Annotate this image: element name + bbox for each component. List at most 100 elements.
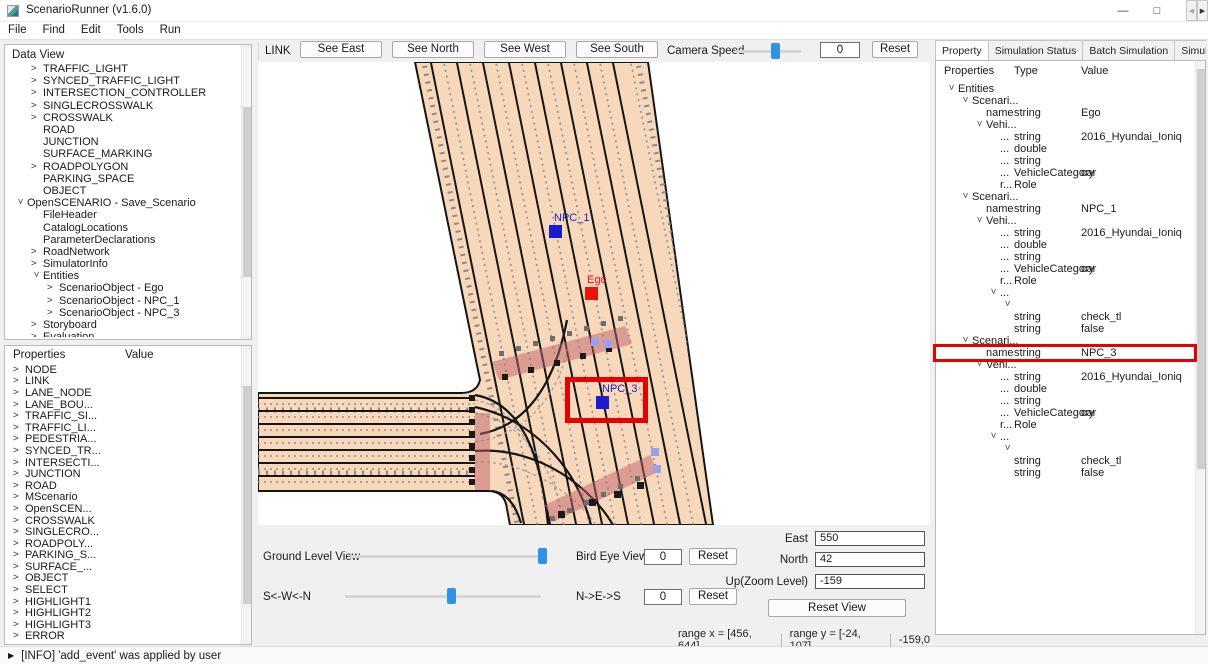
tree-item[interactable]: > HIGHLIGHT3 xyxy=(5,619,240,631)
east-input[interactable]: 550 xyxy=(815,531,925,546)
property-row[interactable]: > ... xyxy=(936,431,1194,443)
tree-item[interactable]: > PARKING_S... xyxy=(5,550,240,562)
tree-item[interactable]: > ScenarioObject - NPC_3 xyxy=(5,307,240,319)
tree-item[interactable]: > SURFACE_MARKING xyxy=(5,148,240,160)
tree-item[interactable]: > TRAFFIC_LI... xyxy=(5,422,240,434)
chevron-icon[interactable]: > xyxy=(31,247,40,257)
chevron-icon[interactable]: > xyxy=(946,85,956,94)
tree-item[interactable]: > Evaluation xyxy=(5,331,240,337)
chevron-icon[interactable]: > xyxy=(31,259,40,269)
tree-item[interactable]: > ROAD xyxy=(5,480,240,492)
tree-item[interactable]: > OpenSCENARIO - Save_Scenario xyxy=(5,197,240,209)
map-view[interactable]: NPC_1 Ego NPC_3 xyxy=(258,62,930,525)
vehicle-ego[interactable] xyxy=(585,287,598,300)
tree-item[interactable]: > SimulatorInfo xyxy=(5,258,240,270)
ground-level-slider[interactable] xyxy=(350,547,546,565)
property-row[interactable]: > Scenari... xyxy=(936,95,1194,107)
chevron-icon[interactable]: > xyxy=(13,388,22,398)
tree-item[interactable]: > OBJECT xyxy=(5,185,240,197)
tree-item[interactable]: > MScenario xyxy=(5,492,240,504)
data-view-scrollbar[interactable] xyxy=(241,45,251,339)
chevron-icon[interactable]: > xyxy=(13,423,22,433)
tree-item[interactable]: > CROSSWALK xyxy=(5,112,240,124)
see-direction-button[interactable]: See East xyxy=(300,41,382,58)
chevron-icon[interactable]: > xyxy=(13,550,22,560)
see-direction-button[interactable]: See North xyxy=(392,41,474,58)
property-row[interactable]: > Vehi... xyxy=(936,359,1194,371)
tree-item[interactable]: > LANE_BOU... xyxy=(5,399,240,411)
tree-item[interactable]: > SYNCED_TRAFFIC_LIGHT xyxy=(5,75,240,87)
property-row[interactable]: > Vehi... xyxy=(936,119,1194,131)
tree-item[interactable]: > ScenarioObject - Ego xyxy=(5,282,240,294)
tree-item[interactable]: > ROADPOLY... xyxy=(5,538,240,550)
chevron-icon[interactable]: > xyxy=(960,193,970,202)
tree-item[interactable]: > LINK xyxy=(5,376,240,388)
chevron-icon[interactable]: > xyxy=(960,337,970,346)
chevron-icon[interactable]: > xyxy=(31,332,40,337)
menu-item[interactable]: File xyxy=(0,22,35,39)
chevron-icon[interactable]: > xyxy=(988,289,998,298)
tree-item[interactable]: > SINGLECROSSWALK xyxy=(5,100,240,112)
tree-item[interactable]: > RoadNetwork xyxy=(5,246,240,258)
tab-scroll-left-icon[interactable]: ◀ xyxy=(1186,0,1197,21)
chevron-icon[interactable]: > xyxy=(974,217,984,226)
chevron-icon[interactable]: > xyxy=(13,411,22,421)
property-row[interactable]: > string false xyxy=(936,323,1194,335)
maximize-icon[interactable]: □ xyxy=(1140,0,1174,22)
property-row[interactable]: > ... string 2016_Hyundai_Ioniq xyxy=(936,131,1194,143)
vehicle-npc1[interactable] xyxy=(549,225,562,238)
tree-item[interactable]: > NODE xyxy=(5,364,240,376)
tree-item[interactable]: > JUNCTION xyxy=(5,468,240,480)
property-row[interactable]: > ... VehicleCategory car xyxy=(936,167,1194,179)
north-input[interactable]: 42 xyxy=(815,552,925,567)
property-row[interactable]: > string check_tl xyxy=(936,311,1194,323)
tab[interactable]: Property xyxy=(935,40,989,61)
property-row[interactable]: > xyxy=(936,299,1194,311)
swn-slider[interactable] xyxy=(345,587,541,605)
chevron-icon[interactable]: > xyxy=(31,162,40,172)
property-row[interactable]: > name string NPC_1 xyxy=(936,203,1194,215)
chevron-icon[interactable]: > xyxy=(31,113,40,123)
tree-item[interactable]: > SURFACE_... xyxy=(5,561,240,573)
property-row[interactable]: > ... xyxy=(936,287,1194,299)
chevron-icon[interactable]: > xyxy=(960,97,970,106)
chevron-icon[interactable]: > xyxy=(13,504,22,514)
tree-item[interactable]: > TRAFFIC_SI... xyxy=(5,410,240,422)
tree-item[interactable]: > OBJECT xyxy=(5,573,240,585)
property-row[interactable]: > ... double xyxy=(936,239,1194,251)
property-row[interactable]: > r... Role xyxy=(936,275,1194,287)
chevron-icon[interactable]: > xyxy=(15,199,25,208)
tree-item[interactable]: > CatalogLocations xyxy=(5,221,240,233)
property-row[interactable]: > ... VehicleCategory car xyxy=(936,263,1194,275)
property-row[interactable]: > ... double xyxy=(936,383,1194,395)
tree-item[interactable]: > TRAFFIC_LIGHT xyxy=(5,63,240,75)
tree-item[interactable]: > SELECT xyxy=(5,584,240,596)
tree-item[interactable]: > Storyboard xyxy=(5,319,240,331)
log-expander-icon[interactable]: ▶ xyxy=(8,651,14,660)
property-row[interactable]: > r... Role xyxy=(936,419,1194,431)
menu-item[interactable]: Edit xyxy=(73,22,109,39)
chevron-icon[interactable]: > xyxy=(13,492,22,502)
tree-item[interactable]: > PEDESTRIA... xyxy=(5,434,240,446)
tab-scroll-right-icon[interactable]: ▶ xyxy=(1197,0,1208,21)
left-properties-scrollbar[interactable] xyxy=(241,346,251,644)
chevron-icon[interactable]: > xyxy=(31,272,41,281)
chevron-icon[interactable]: > xyxy=(13,527,22,537)
tree-item[interactable]: > INTERSECTION_CONTROLLER xyxy=(5,87,240,99)
chevron-icon[interactable]: > xyxy=(31,76,40,86)
property-row[interactable]: > ... string xyxy=(936,251,1194,263)
tree-item[interactable]: > LANE_NODE xyxy=(5,387,240,399)
camera-speed-reset-button[interactable]: Reset xyxy=(872,41,918,58)
tree-item[interactable]: > Entities xyxy=(5,270,240,282)
chevron-icon[interactable]: > xyxy=(13,573,22,583)
tree-item[interactable]: > INTERSECTI... xyxy=(5,457,240,469)
chevron-icon[interactable]: > xyxy=(974,361,984,370)
property-panel-scrollbar[interactable] xyxy=(1195,61,1205,634)
chevron-icon[interactable]: > xyxy=(13,469,22,479)
property-row[interactable]: > xyxy=(936,443,1194,455)
tree-item[interactable]: > SYNCED_TR... xyxy=(5,445,240,457)
chevron-icon[interactable]: > xyxy=(13,481,22,491)
minimize-icon[interactable]: — xyxy=(1106,0,1140,22)
chevron-icon[interactable]: > xyxy=(13,539,22,549)
chevron-icon[interactable]: > xyxy=(13,597,22,607)
